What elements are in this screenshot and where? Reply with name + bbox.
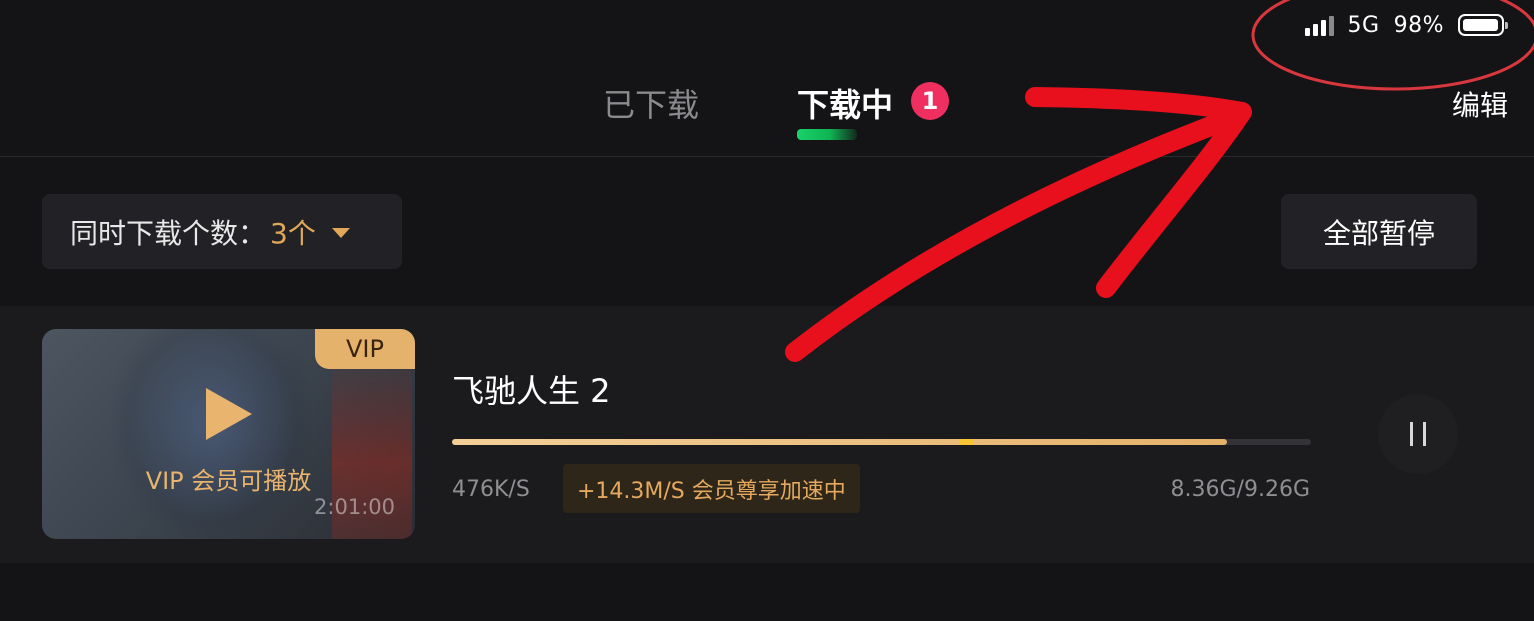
tab-downloading[interactable]: 下载中: [797, 80, 893, 126]
active-tab-indicator: [797, 129, 857, 140]
concurrent-downloads-value: 3个: [270, 216, 316, 250]
download-size: 8.36G/9.26G: [1170, 477, 1310, 502]
edit-button[interactable]: 编辑: [1452, 84, 1508, 124]
downloading-count-badge: 1: [911, 82, 949, 120]
pause-all-button[interactable]: 全部暂停: [1281, 194, 1477, 269]
play-icon[interactable]: [206, 388, 252, 440]
video-duration: 2:01:00: [314, 495, 395, 519]
vip-play-notice: VIP 会员可播放: [145, 467, 312, 495]
vip-boost-text: +14.3M/S 会员尊享加速中: [577, 478, 846, 504]
battery-icon: [1458, 14, 1508, 36]
concurrent-downloads-selector[interactable]: 同时下载个数： 3个: [42, 194, 402, 269]
annotation-arrow-head: [1025, 87, 1252, 298]
download-progress-marker: [958, 439, 973, 445]
concurrent-downloads-label: 同时下载个数：: [70, 216, 267, 250]
dropdown-caret-icon: [331, 227, 350, 238]
video-title: 飞驰人生 2: [452, 372, 611, 410]
network-label: 5G: [1347, 12, 1380, 38]
vip-tag: VIP: [315, 329, 415, 369]
header-divider: [0, 156, 1534, 157]
download-speed: 476K/S: [452, 477, 530, 502]
pause-icon-bar: [1423, 422, 1426, 446]
tab-downloaded[interactable]: 已下载: [603, 80, 699, 126]
status-bar: 5G 98%: [1304, 8, 1508, 42]
download-progress-bar: [452, 439, 1311, 445]
pause-icon-bar: [1410, 422, 1413, 446]
vip-boost-badge[interactable]: +14.3M/S 会员尊享加速中: [563, 464, 860, 513]
item-pause-button[interactable]: [1378, 394, 1458, 474]
download-progress-fill: [452, 439, 1227, 445]
signal-icon: [1304, 14, 1334, 36]
battery-percent: 98%: [1393, 12, 1444, 38]
